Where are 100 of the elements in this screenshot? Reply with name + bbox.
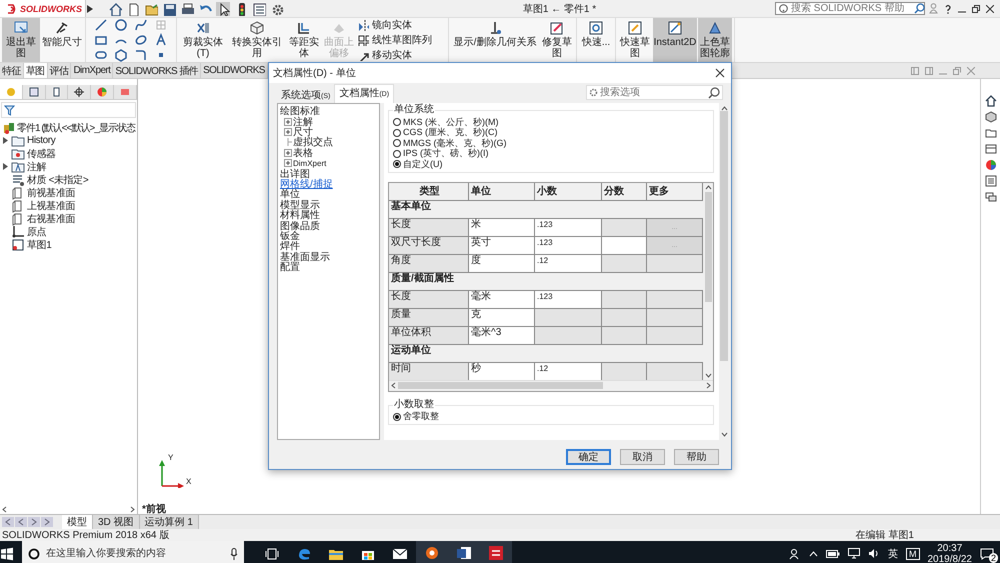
ribbon-button[interactable]: 线性草图阵列 — [357, 33, 432, 47]
ime-mode[interactable]: M — [906, 548, 920, 560]
unit-field[interactable]: 毫米 — [469, 290, 535, 308]
tree-item[interactable]: 图像品质 — [280, 220, 379, 231]
tree-item[interactable]: 材料属性 — [280, 210, 379, 220]
clock-date[interactable]: 2019/8/22 — [928, 554, 972, 563]
scroll-up-icon[interactable] — [704, 184, 712, 190]
ribbon-button[interactable]: 退出草图 — [2, 18, 40, 62]
tree-item[interactable]: 单位 — [280, 189, 379, 200]
close-icon[interactable] — [986, 4, 994, 12]
tree-item[interactable]: 零件1 (默认<<默认>_显示状态 — [2, 122, 137, 133]
tree-item[interactable]: 右视基准面 — [2, 213, 137, 224]
radio-option[interactable]: CGS (厘米、克、秒)(C) — [393, 128, 709, 138]
fraction-field[interactable] — [602, 236, 647, 254]
search-input[interactable]: 搜索选项 — [600, 87, 706, 98]
scroll-right-icon[interactable] — [706, 382, 711, 389]
taskbar-button[interactable] — [480, 541, 512, 563]
ribbon-button[interactable]: 上色草图轮廓 — [698, 18, 732, 62]
scroll-right-icon[interactable] — [28, 517, 40, 527]
tree-item[interactable]: 配置 — [280, 262, 379, 272]
filter-icon[interactable] — [4, 104, 15, 116]
command-tab[interactable]: 特征 — [0, 63, 24, 78]
bottom-tab[interactable]: 3D 视图 — [93, 515, 140, 529]
panel-tab[interactable] — [68, 85, 92, 99]
ribbon-button[interactable]: Instant2D — [653, 18, 697, 62]
bottom-tab[interactable]: 模型 — [62, 515, 93, 529]
unit-field[interactable]: 毫米^3 — [469, 326, 535, 344]
scrollbar-thumb[interactable] — [704, 192, 712, 302]
folder-icon[interactable] — [984, 127, 996, 139]
tree-item[interactable]: 基准面显示 — [280, 251, 379, 262]
forum-icon[interactable] — [984, 191, 996, 203]
close-icon[interactable] — [715, 68, 725, 78]
tree-item[interactable]: 绘图标准 — [280, 106, 379, 116]
search-input[interactable]: 搜索 SOLIDWORKS 帮助 — [791, 3, 911, 14]
panel-tab[interactable] — [46, 85, 68, 99]
line-icon[interactable] — [94, 18, 108, 32]
tree-item[interactable]: 尺寸 — [282, 126, 379, 138]
command-tab[interactable]: DimXpert — [71, 63, 114, 78]
tile-right-icon[interactable] — [925, 66, 933, 74]
ribbon-button[interactable]: 修复草图 — [540, 18, 574, 62]
ribbon-button[interactable]: 等距实体 — [287, 18, 321, 62]
home-icon[interactable] — [108, 2, 122, 16]
palette-icon[interactable] — [984, 159, 996, 171]
panel-tab[interactable] — [22, 85, 46, 99]
taskbar-button[interactable] — [416, 541, 448, 563]
list-icon[interactable] — [252, 2, 266, 16]
expand-icon[interactable] — [284, 128, 292, 136]
clock-time[interactable]: 20:37 — [937, 542, 962, 554]
ribbon-button[interactable]: 镜向实体 — [357, 18, 432, 32]
command-tab[interactable]: SOLIDWORKS 插件 — [113, 63, 202, 78]
expand-arrow-icon[interactable] — [3, 137, 8, 144]
ribbon-button[interactable]: 转换实体引用 — [228, 18, 286, 62]
scroll-left-icon[interactable] — [2, 506, 7, 512]
ellipse-icon[interactable] — [134, 33, 148, 47]
unit-field[interactable]: 秒 — [469, 362, 535, 380]
library-icon[interactable] — [984, 143, 996, 155]
ribbon-button[interactable]: 显示/删除几何关系 — [451, 18, 539, 62]
tree-item[interactable]: 材质 <未指定> — [2, 174, 137, 185]
folder-icon[interactable] — [144, 2, 158, 16]
tree-item[interactable]: 焊件 — [280, 241, 379, 252]
ribbon-button[interactable]: 快速草图 — [618, 18, 652, 62]
chevron-up-icon[interactable] — [809, 550, 818, 556]
bottom-tab[interactable]: 运动算例 1 — [140, 515, 199, 529]
tree-item[interactable]: 草图1 — [2, 239, 137, 250]
spline-icon[interactable] — [134, 18, 148, 32]
people-icon[interactable] — [789, 548, 801, 560]
command-tab[interactable]: SOLIDWORKS — [201, 63, 268, 78]
expand-icon[interactable] — [284, 148, 292, 157]
expand-arrow-icon[interactable] — [3, 163, 8, 170]
printer-icon[interactable] — [180, 2, 194, 16]
tile-left-icon[interactable] — [911, 66, 919, 74]
scroll-left-icon[interactable] — [2, 517, 14, 527]
tree-item[interactable]: 钣金 — [280, 230, 379, 242]
scroll-down-icon[interactable] — [704, 372, 712, 378]
save-icon[interactable] — [162, 2, 176, 16]
command-tab[interactable]: 草图 — [24, 63, 48, 78]
radio-option[interactable]: MKS (米、公斤、秒)(M) — [393, 117, 709, 128]
tree-item[interactable]: 注解 — [282, 116, 379, 127]
tree-item[interactable]: 网格线/捕捉 — [280, 178, 379, 190]
radio-option[interactable]: MMGS (毫米、克、秒)(G) — [393, 138, 709, 148]
help-menu-icon[interactable] — [944, 4, 952, 14]
unit-field[interactable]: 克 — [469, 308, 535, 326]
restore-icon[interactable] — [972, 4, 980, 12]
decimal-field[interactable]: .12 — [535, 362, 602, 380]
tree-item[interactable]: 原点 — [2, 226, 137, 237]
fillet-icon[interactable] — [134, 48, 148, 62]
radio-option[interactable]: 舍零取整 — [393, 412, 709, 422]
decimal-field[interactable]: .12 — [535, 254, 602, 272]
scroll-up-icon[interactable] — [720, 106, 728, 111]
decimal-field[interactable]: .123 — [535, 236, 602, 254]
ribbon-button[interactable]: 移动实体 — [357, 48, 432, 62]
tree-item[interactable]: 注解 — [2, 161, 137, 172]
scrollbar-thumb[interactable] — [720, 111, 728, 361]
radio-option[interactable]: 自定义(U) — [393, 159, 709, 170]
tree-item[interactable]: 出详图 — [280, 168, 379, 179]
cube-icon[interactable] — [984, 111, 996, 123]
tree-item[interactable]: History — [2, 135, 137, 146]
expand-icon[interactable] — [284, 118, 292, 126]
ime-indicator[interactable]: 英 — [888, 546, 898, 560]
scroll-right-icon[interactable] — [130, 506, 135, 512]
